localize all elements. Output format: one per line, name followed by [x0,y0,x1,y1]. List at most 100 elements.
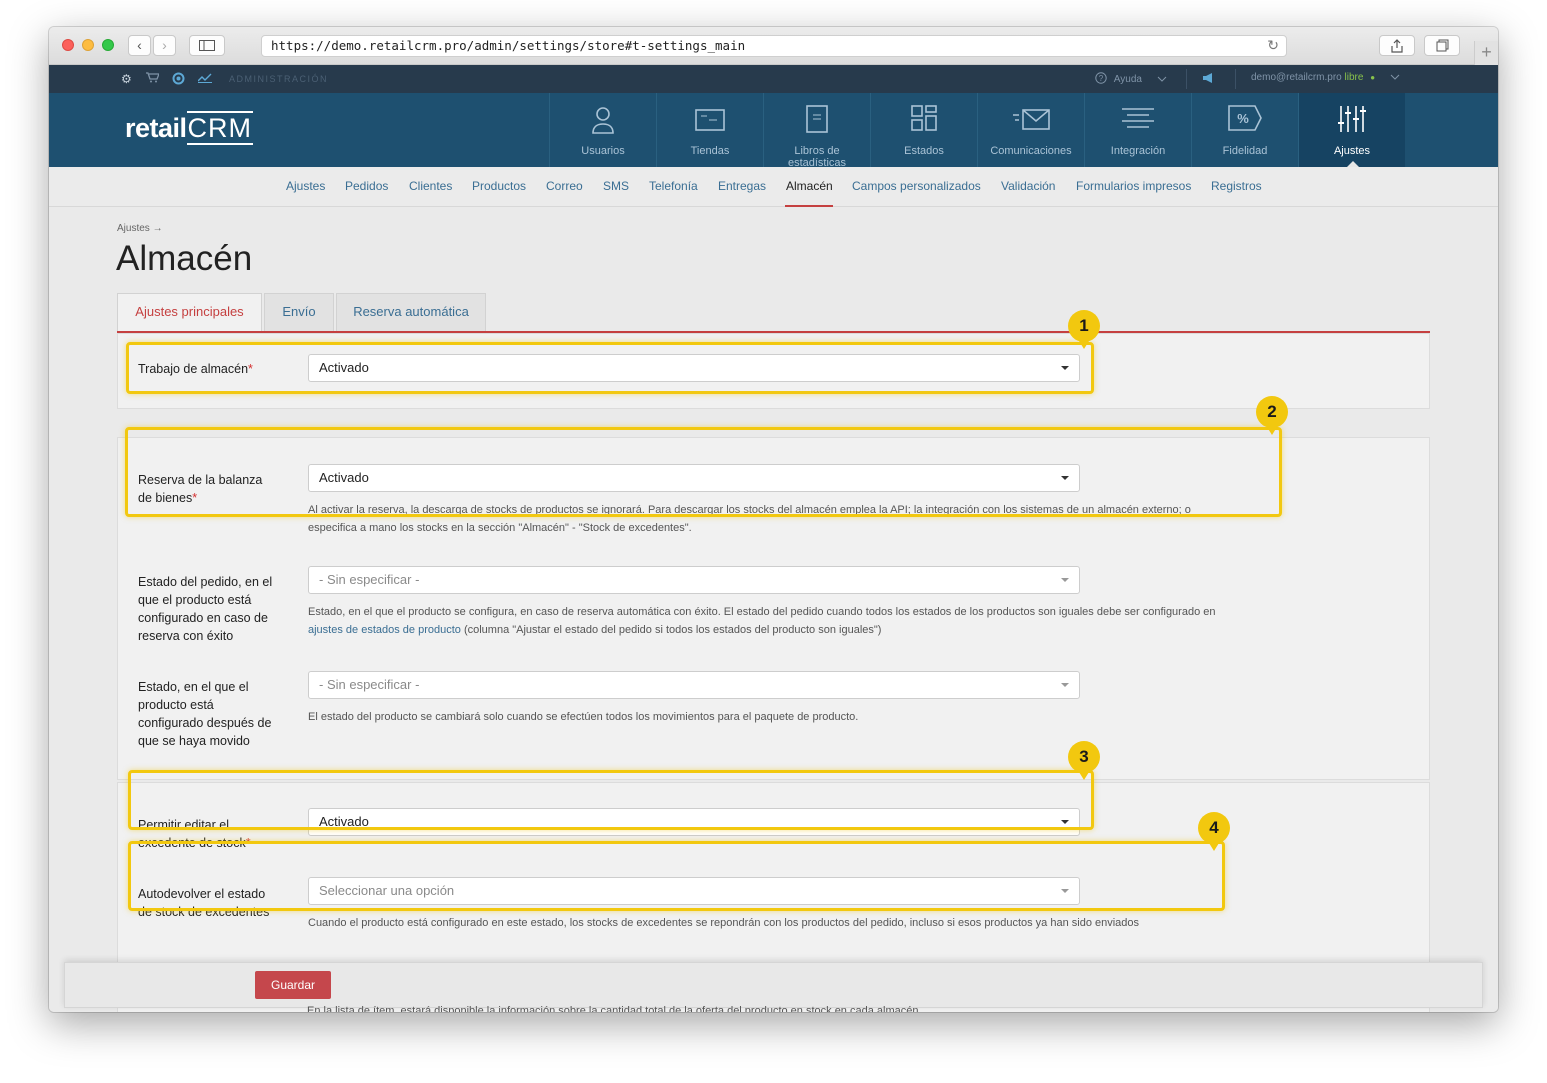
subnav-pedidos[interactable]: Pedidos [345,179,388,193]
settings-subnav: Ajustes Pedidos Clientes Productos Corre… [49,167,1498,207]
gear-icon[interactable]: ⚙ [121,72,132,86]
analytics-icon[interactable] [197,72,212,86]
nav-libros-estadisticas[interactable]: Libros de estadísticas [763,93,870,169]
tab-ajustes-principales[interactable]: Ajustes principales [117,293,262,331]
field-help: Estado, en el que el producto se configu… [308,606,1216,636]
retailcrm-logo[interactable]: retailCRM [125,111,254,145]
subnav-ajustes[interactable]: Ajustes [286,179,325,193]
sliders-icon [1338,106,1366,132]
step-badge-3: 3 [1068,741,1100,780]
announcement-icon[interactable] [1202,72,1216,87]
highlight-box [128,841,1225,911]
tab-envio[interactable]: Envío [264,293,334,331]
chevron-down-icon [1390,74,1400,80]
subnav-correo[interactable]: Correo [546,179,583,193]
help-menu[interactable]: ? Ayuda [1095,72,1167,85]
tabs-overview-button[interactable] [1424,35,1460,56]
tab-reserva-automatica[interactable]: Reserva automática [336,293,486,331]
share-icon [1391,39,1403,53]
field-label: Estado, en el que el producto está configu… [138,680,272,748]
nav-integracion[interactable]: Integración [1084,93,1191,167]
moved-status-select[interactable]: - Sin especificar - [308,671,1080,699]
minimize-window-button[interactable] [82,39,94,51]
logo-text: retail [125,113,187,143]
support-icon[interactable] [172,72,185,88]
subnav-entregas[interactable]: Entregas [718,179,766,193]
svg-text:%: % [1237,111,1249,126]
new-tab-button[interactable]: + [1474,41,1498,65]
order-status-select[interactable]: - Sin especificar - [308,566,1080,594]
product-status-settings-link[interactable]: ajustes de estados de producto [308,624,461,636]
divider [1235,69,1236,89]
subnav-validacion[interactable]: Validación [1001,179,1055,193]
user-icon [592,107,614,134]
nav-label: Libros de estadísticas [787,145,847,169]
cart-icon[interactable] [146,72,160,86]
zoom-window-button[interactable] [102,39,114,51]
nav-label: Integración [1110,145,1166,157]
forward-button[interactable]: › [153,35,176,56]
subnav-almacen[interactable]: Almacén [786,179,833,193]
main-navigation: retailCRM Usuarios Tiendas Libros de est… [49,93,1498,169]
nav-estados[interactable]: Estados [870,93,977,167]
subnav-clientes[interactable]: Clientes [409,179,452,193]
subnav-registros[interactable]: Registros [1211,179,1262,193]
field-help: El estado del producto se cambiará solo … [308,711,859,723]
browser-toolbar: ‹ › https://demo.retailcrm.pro/admin/set… [49,27,1498,65]
nav-label: Fidelidad [1222,145,1268,157]
store-icon [695,109,725,131]
nav-ajustes[interactable]: Ajustes [1298,93,1405,167]
sidebar-icon [199,40,215,51]
caret-down-icon [1061,683,1069,687]
subnav-formularios-impresos[interactable]: Formularios impresos [1076,179,1191,193]
nav-label: Usuarios [581,145,625,157]
save-button[interactable]: Guardar [255,971,331,999]
sticky-footer: Guardar [64,962,1483,1008]
nav-fidelidad[interactable]: % Fidelidad [1191,93,1298,167]
nav-comunicaciones[interactable]: Comunicaciones [977,93,1084,167]
step-badge-4: 4 [1198,812,1230,851]
subnav-campos-personalizados[interactable]: Campos personalizados [852,179,981,193]
logo-text-crm: CRM [186,111,254,145]
back-button[interactable]: ‹ [128,35,151,56]
highlight-box [125,427,1282,517]
tabs-icon [1436,39,1448,52]
back-icon: ‹ [137,37,142,53]
svg-text:?: ? [1099,74,1104,83]
forward-icon: › [162,37,167,53]
book-icon [806,105,828,133]
page-title: Almacén [116,239,253,278]
nav-tiendas[interactable]: Tiendas [656,93,763,167]
section-label: ADMINISTRACIÓN [229,74,329,84]
share-button[interactable] [1379,35,1415,56]
url-text: https://demo.retailcrm.pro/admin/setting… [271,38,746,53]
user-menu[interactable]: demo@retailcrm.pro libre ● [1251,72,1400,83]
reload-icon[interactable]: ↻ [1267,36,1279,56]
help-icon: ? [1095,72,1107,84]
field-help: Cuando el producto está configurado en e… [308,917,1140,929]
online-status-icon: ● [1370,73,1376,82]
percent-icon: % [1228,105,1262,131]
integration-icon [1122,108,1154,128]
nav-label: Estados [904,145,944,157]
hidden-help-text: En la lista de ítem, estará disponible l… [307,1005,919,1012]
browser-window: ‹ › https://demo.retailcrm.pro/admin/set… [49,27,1498,1012]
subnav-sms[interactable]: SMS [603,179,629,193]
divider [1186,69,1187,89]
grid-icon [911,105,937,131]
subnav-productos[interactable]: Productos [472,179,526,193]
field-label: Estado del pedido, en el que el producto … [138,575,273,643]
breadcrumb[interactable]: Ajustes → [117,223,163,234]
nav-label: Ajustes [1333,145,1371,157]
nav-usuarios[interactable]: Usuarios [549,93,656,167]
close-window-button[interactable] [62,39,74,51]
help-label: Ayuda [1113,74,1142,85]
subnav-telefonia[interactable]: Telefonía [649,179,698,193]
caret-down-icon [1061,578,1069,582]
address-bar[interactable]: https://demo.retailcrm.pro/admin/setting… [261,35,1287,57]
plan-label: libre [1344,72,1364,83]
select-value: - Sin especificar - [319,677,420,692]
sidebar-toggle-button[interactable] [189,35,225,56]
plus-icon: + [1481,42,1492,62]
mail-icon [1013,109,1050,130]
